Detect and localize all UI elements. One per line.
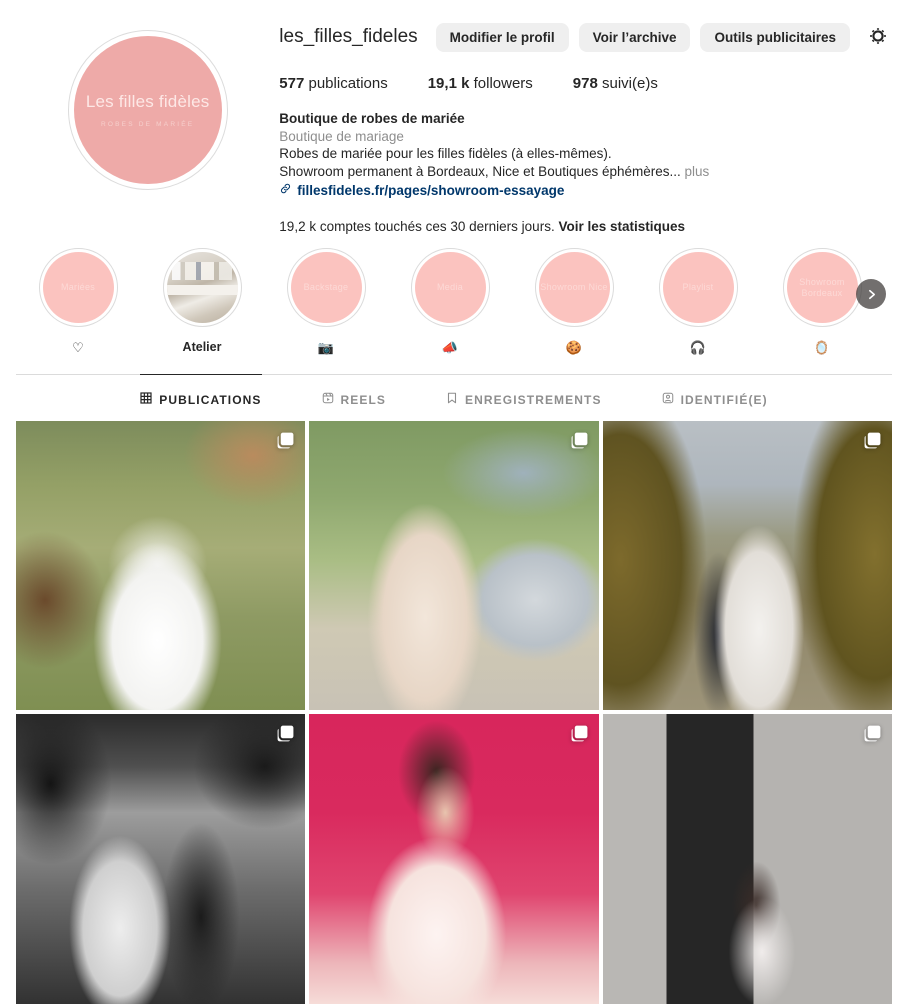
highlight-showroom-nice[interactable]: Showroom Nice 🍪: [512, 248, 636, 356]
highlight-media[interactable]: Media 📣: [388, 248, 512, 356]
highlight-label: ♡: [72, 340, 84, 355]
profile-username: les_filles_fideles: [279, 26, 418, 47]
highlight-label: 🪞: [813, 340, 831, 355]
highlight-backstage[interactable]: Backstage 📷: [264, 248, 388, 356]
settings-button[interactable]: [864, 24, 892, 51]
post-cell[interactable]: [309, 421, 599, 711]
stat-following-label: suivi(e)s: [602, 75, 658, 92]
stat-publications-label: publications: [308, 75, 388, 92]
highlight-cover: Media: [414, 252, 486, 323]
stat-followers-label: followers: [473, 75, 533, 92]
highlight-label: Atelier: [182, 340, 222, 354]
chevron-right-icon: [868, 289, 875, 299]
profile-title-row: les_filles_fideles Modifier le profil Vo…: [279, 20, 892, 54]
view-archive-button[interactable]: Voir l’archive: [578, 22, 691, 52]
bio-link-row: fillesfideles.fr/pages/showroom-essayage: [279, 182, 892, 200]
tab-publications[interactable]: PUBLICATIONS: [140, 374, 262, 421]
post-cell[interactable]: [602, 421, 892, 711]
gear-icon: [866, 24, 890, 51]
bio-more-button[interactable]: plus: [685, 164, 710, 179]
post-image: [309, 714, 599, 1004]
link-icon: [279, 182, 292, 200]
carousel-icon: [571, 725, 588, 742]
highlight-cover: Mariées: [42, 252, 114, 323]
reels-icon: [322, 392, 334, 407]
stat-publications: 577 publications: [279, 75, 387, 92]
bio-line-2-wrap: Showroom permanent à Bordeaux, Nice et B…: [279, 163, 892, 181]
highlight-label: 🎧: [689, 340, 707, 355]
carousel-icon: [277, 725, 294, 742]
avatar-brand-name: Les filles fidèles: [85, 92, 210, 111]
tab-saved[interactable]: ENREGISTREMENTS: [446, 374, 602, 421]
bookmark-icon: [446, 392, 458, 407]
profile-tabs: PUBLICATIONS REELS ENREGISTREMENTS IDENT…: [16, 374, 892, 421]
profile-header: Les filles fidèles ROBES DE MARIÉE les_f…: [0, 0, 908, 234]
stat-followers[interactable]: 19,1 k followers: [428, 75, 533, 92]
edit-profile-button[interactable]: Modifier le profil: [435, 22, 569, 52]
post-image: [602, 421, 892, 711]
highlight-ring: Showroom Nice: [534, 248, 614, 327]
highlight-label: 📣: [441, 340, 459, 355]
highlight-ring: Backstage: [286, 248, 366, 327]
stat-following-value: 978: [572, 75, 598, 92]
highlight-label: 📷: [317, 340, 335, 355]
highlight-ring: Mariées: [38, 248, 118, 327]
highlight-cover: Showroom Bordeaux: [786, 252, 858, 323]
avatar[interactable]: Les filles fidèles ROBES DE MARIÉE: [67, 30, 228, 190]
highlights-next-button[interactable]: [856, 279, 886, 309]
post-image: [16, 714, 306, 1004]
highlight-atelier[interactable]: Atelier: [140, 248, 264, 354]
bio-website-link[interactable]: fillesfideles.fr/pages/showroom-essayage: [297, 182, 564, 200]
stat-followers-value: 19,1 k: [427, 75, 470, 92]
ad-tools-button[interactable]: Outils publicitaires: [700, 22, 850, 52]
highlight-mariees[interactable]: Mariées ♡: [16, 248, 140, 356]
carousel-icon: [864, 432, 881, 449]
bio-display-name: Boutique de robes de mariée: [279, 111, 465, 126]
highlight-label: 🍪: [565, 340, 583, 355]
tagged-icon: [662, 392, 674, 407]
post-cell[interactable]: [602, 714, 892, 1004]
post-image: [602, 714, 892, 1004]
profile-stats: 577 publications 19,1 k followers 978 su…: [279, 75, 892, 92]
avatar-image: Les filles fidèles ROBES DE MARIÉE: [73, 36, 222, 184]
bio-line-1: Robes de mariée pour les filles fidèles …: [279, 146, 612, 161]
story-highlights: Mariées ♡ Atelier Backstage 📷 Media 📣 Sh…: [16, 232, 892, 362]
post-cell[interactable]: [16, 421, 306, 711]
posts-grid: [0, 421, 908, 1004]
stat-publications-value: 577: [279, 75, 305, 92]
tab-label: PUBLICATIONS: [159, 392, 262, 407]
highlight-cover: Playlist: [662, 252, 734, 323]
highlight-cover: [166, 252, 238, 323]
highlight-ring: Media: [410, 248, 490, 327]
post-cell[interactable]: [309, 714, 599, 1004]
avatar-brand-subtitle: ROBES DE MARIÉE: [100, 121, 195, 128]
tab-label: REELS: [340, 392, 387, 407]
tab-label: IDENTIFIÉ(E): [680, 392, 768, 407]
stat-following[interactable]: 978 suivi(e)s: [573, 75, 658, 92]
bio-line-2: Showroom permanent à Bordeaux, Nice et B…: [279, 163, 681, 179]
grid-icon: [140, 392, 152, 407]
tab-label: ENREGISTREMENTS: [465, 392, 602, 407]
avatar-column: Les filles fidèles ROBES DE MARIÉE: [16, 14, 279, 232]
highlight-ring: [162, 248, 242, 327]
profile-bio: Boutique de robes de mariée Boutique de …: [279, 110, 892, 200]
highlight-ring: Showroom Bordeaux: [782, 248, 862, 327]
carousel-icon: [864, 725, 881, 742]
post-image: [16, 421, 306, 711]
highlight-ring: Playlist: [658, 248, 738, 327]
carousel-icon: [277, 432, 294, 449]
highlight-cover: Backstage: [290, 252, 362, 323]
post-cell[interactable]: [16, 714, 306, 1004]
tab-tagged[interactable]: IDENTIFIÉ(E): [662, 374, 768, 421]
highlight-playlist[interactable]: Playlist 🎧: [636, 248, 760, 356]
post-image: [309, 421, 599, 711]
profile-info: les_filles_fideles Modifier le profil Vo…: [279, 14, 892, 234]
highlight-cover: Showroom Nice: [538, 252, 610, 323]
carousel-icon: [571, 432, 588, 449]
tab-reels[interactable]: REELS: [322, 374, 387, 421]
bio-category: Boutique de mariage: [279, 128, 404, 144]
